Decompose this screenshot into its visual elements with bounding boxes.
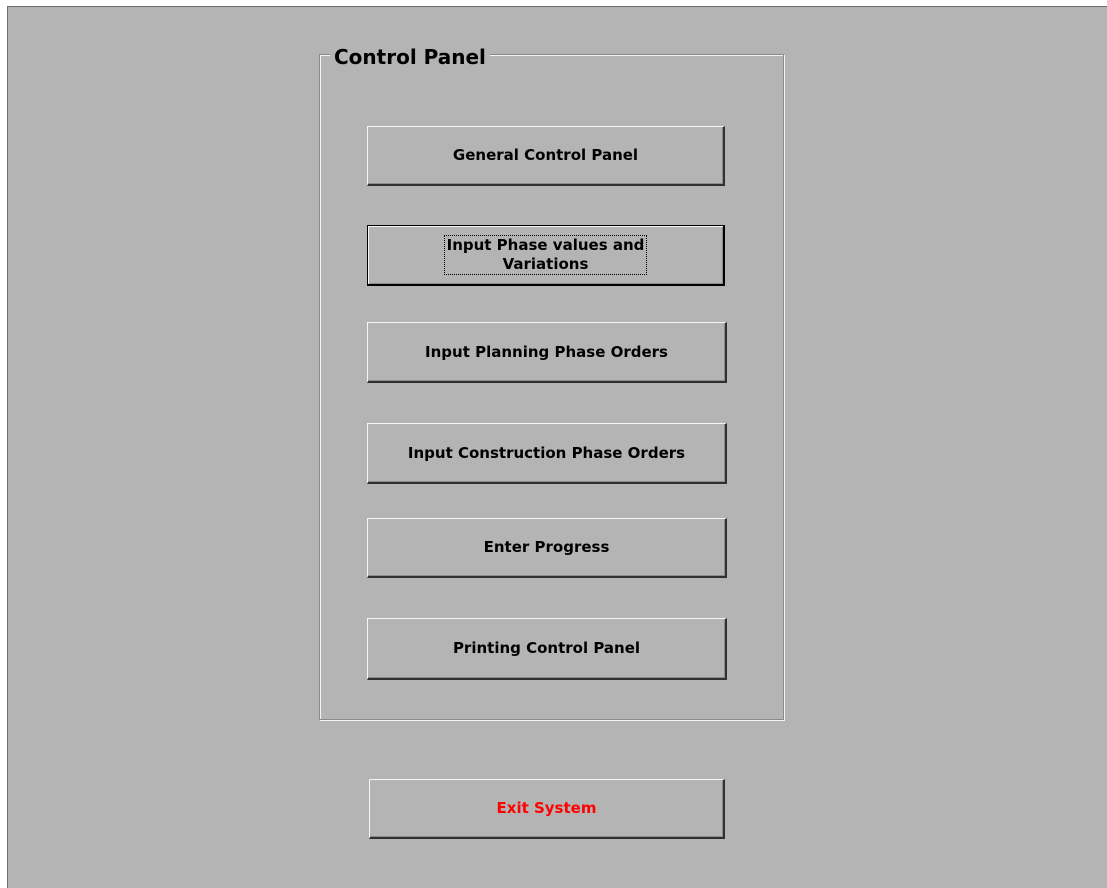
button-label: Input Planning Phase Orders xyxy=(425,342,668,361)
input-construction-phase-orders-button[interactable]: Input Construction Phase Orders xyxy=(367,423,727,484)
button-label-line-2: Variations xyxy=(502,255,589,273)
button-label: General Control Panel xyxy=(452,146,639,164)
exit-system-button[interactable]: Exit System xyxy=(369,779,725,839)
printing-control-panel-button[interactable]: Printing Control Panel xyxy=(367,618,727,680)
general-control-panel-button[interactable]: General Control Panel xyxy=(367,126,725,186)
button-label-line-1: Input Phase values and xyxy=(446,236,645,254)
button-label: Printing Control Panel xyxy=(452,639,641,657)
focus-indicator: Input Phase values and Variations xyxy=(443,235,648,275)
input-planning-phase-orders-button[interactable]: Input Planning Phase Orders xyxy=(367,322,727,383)
button-label: Exit System xyxy=(496,799,597,817)
input-phase-values-button[interactable]: Input Phase values and Variations xyxy=(367,225,725,286)
control-panel-form: Control Panel General Control Panel Inpu… xyxy=(7,6,1107,888)
group-title: Control Panel xyxy=(330,44,490,70)
button-label: Enter Progress xyxy=(483,538,610,556)
enter-progress-button[interactable]: Enter Progress xyxy=(367,518,727,578)
button-label: Input Construction Phase Orders xyxy=(407,443,686,462)
